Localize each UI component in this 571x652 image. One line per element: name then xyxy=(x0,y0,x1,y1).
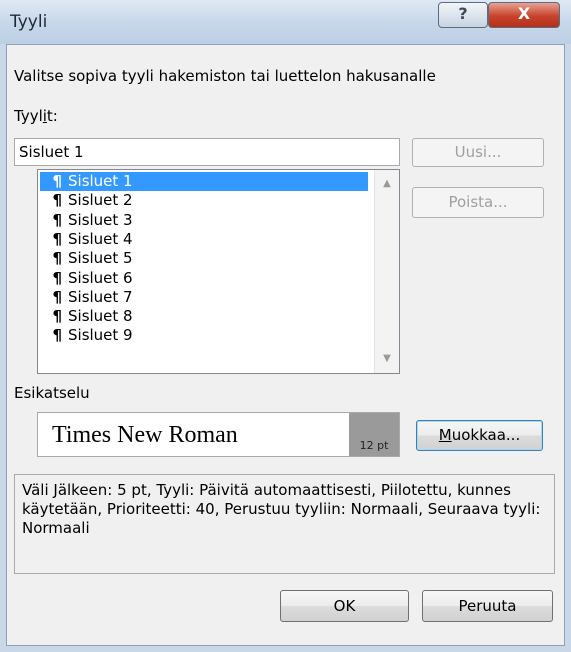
style-name-input[interactable]: Sisluet 1 xyxy=(14,138,400,166)
pilcrow-icon: ¶ xyxy=(52,326,62,345)
title-bar: Tyyli ? X xyxy=(0,0,571,44)
styles-list-scrollbar[interactable]: ▲ ▼ xyxy=(374,170,399,373)
list-item[interactable]: ¶ Sisluet 5 xyxy=(40,249,368,268)
list-item-label: Sisluet 5 xyxy=(68,249,133,268)
window-title: Tyyli xyxy=(10,12,48,32)
help-button[interactable]: ? xyxy=(438,2,488,28)
list-item-label: Sisluet 1 xyxy=(68,172,133,190)
ok-button[interactable]: OK xyxy=(280,590,409,622)
list-item[interactable]: ¶ Sisluet 4 xyxy=(40,230,368,249)
list-item-label: Sisluet 6 xyxy=(68,268,133,287)
cancel-button[interactable]: Peruuta xyxy=(422,590,553,622)
list-item-label: Sisluet 3 xyxy=(68,210,133,229)
modify-button[interactable]: Muokkaa... xyxy=(416,420,543,451)
list-item[interactable]: ¶ Sisluet 1 xyxy=(40,172,368,191)
preview-font-name: Times New Roman xyxy=(52,422,238,448)
styles-label: Tyylit: xyxy=(14,107,58,125)
list-item[interactable]: ¶ Sisluet 3 xyxy=(40,211,368,230)
close-button[interactable]: X xyxy=(488,2,560,28)
scroll-down-icon[interactable]: ▼ xyxy=(375,349,399,369)
list-item-label: Sisluet 2 xyxy=(68,191,133,210)
list-item[interactable]: ¶ Sisluet 7 xyxy=(40,288,368,307)
help-icon: ? xyxy=(458,4,468,23)
pilcrow-icon: ¶ xyxy=(52,210,62,229)
list-item[interactable]: ¶ Sisluet 8 xyxy=(40,307,368,326)
dialog-body: Valitse sopiva tyyli hakemiston tai luet… xyxy=(6,44,565,646)
list-item-label: Sisluet 9 xyxy=(68,326,133,345)
styles-list[interactable]: ¶ Sisluet 1 ¶ Sisluet 2 ¶ Sisluet 3 ¶ Sisluet 4… xyxy=(37,169,400,374)
close-icon: X xyxy=(517,4,531,23)
pilcrow-icon: ¶ xyxy=(52,307,62,326)
list-item[interactable]: ¶ Sisluet 9 xyxy=(40,326,368,345)
style-preview: Times New Roman 12 pt xyxy=(37,412,400,457)
list-item-label: Sisluet 8 xyxy=(68,307,133,326)
new-button[interactable]: Uusi... xyxy=(412,138,544,167)
pilcrow-icon: ¶ xyxy=(52,229,62,248)
list-item[interactable]: ¶ Sisluet 2 xyxy=(40,191,368,210)
pilcrow-icon: ¶ xyxy=(52,287,62,306)
pilcrow-icon: ¶ xyxy=(52,172,62,190)
scroll-up-icon[interactable]: ▲ xyxy=(375,174,399,194)
list-item-label: Sisluet 4 xyxy=(68,229,133,248)
pilcrow-icon: ¶ xyxy=(52,268,62,287)
delete-button[interactable]: Poista... xyxy=(412,187,544,218)
pilcrow-icon: ¶ xyxy=(52,249,62,268)
style-name-value: Sisluet 1 xyxy=(19,143,84,161)
preview-size-badge: 12 pt xyxy=(349,413,399,456)
pilcrow-icon: ¶ xyxy=(52,191,62,210)
list-item-label: Sisluet 7 xyxy=(68,287,133,306)
style-description: Väli Jälkeen: 5 pt, Tyyli: Päivitä autom… xyxy=(14,474,555,574)
instruction-text: Valitse sopiva tyyli hakemiston tai luet… xyxy=(14,67,436,85)
preview-label: Esikatselu xyxy=(14,384,90,402)
list-item[interactable]: ¶ Sisluet 6 xyxy=(40,269,368,288)
